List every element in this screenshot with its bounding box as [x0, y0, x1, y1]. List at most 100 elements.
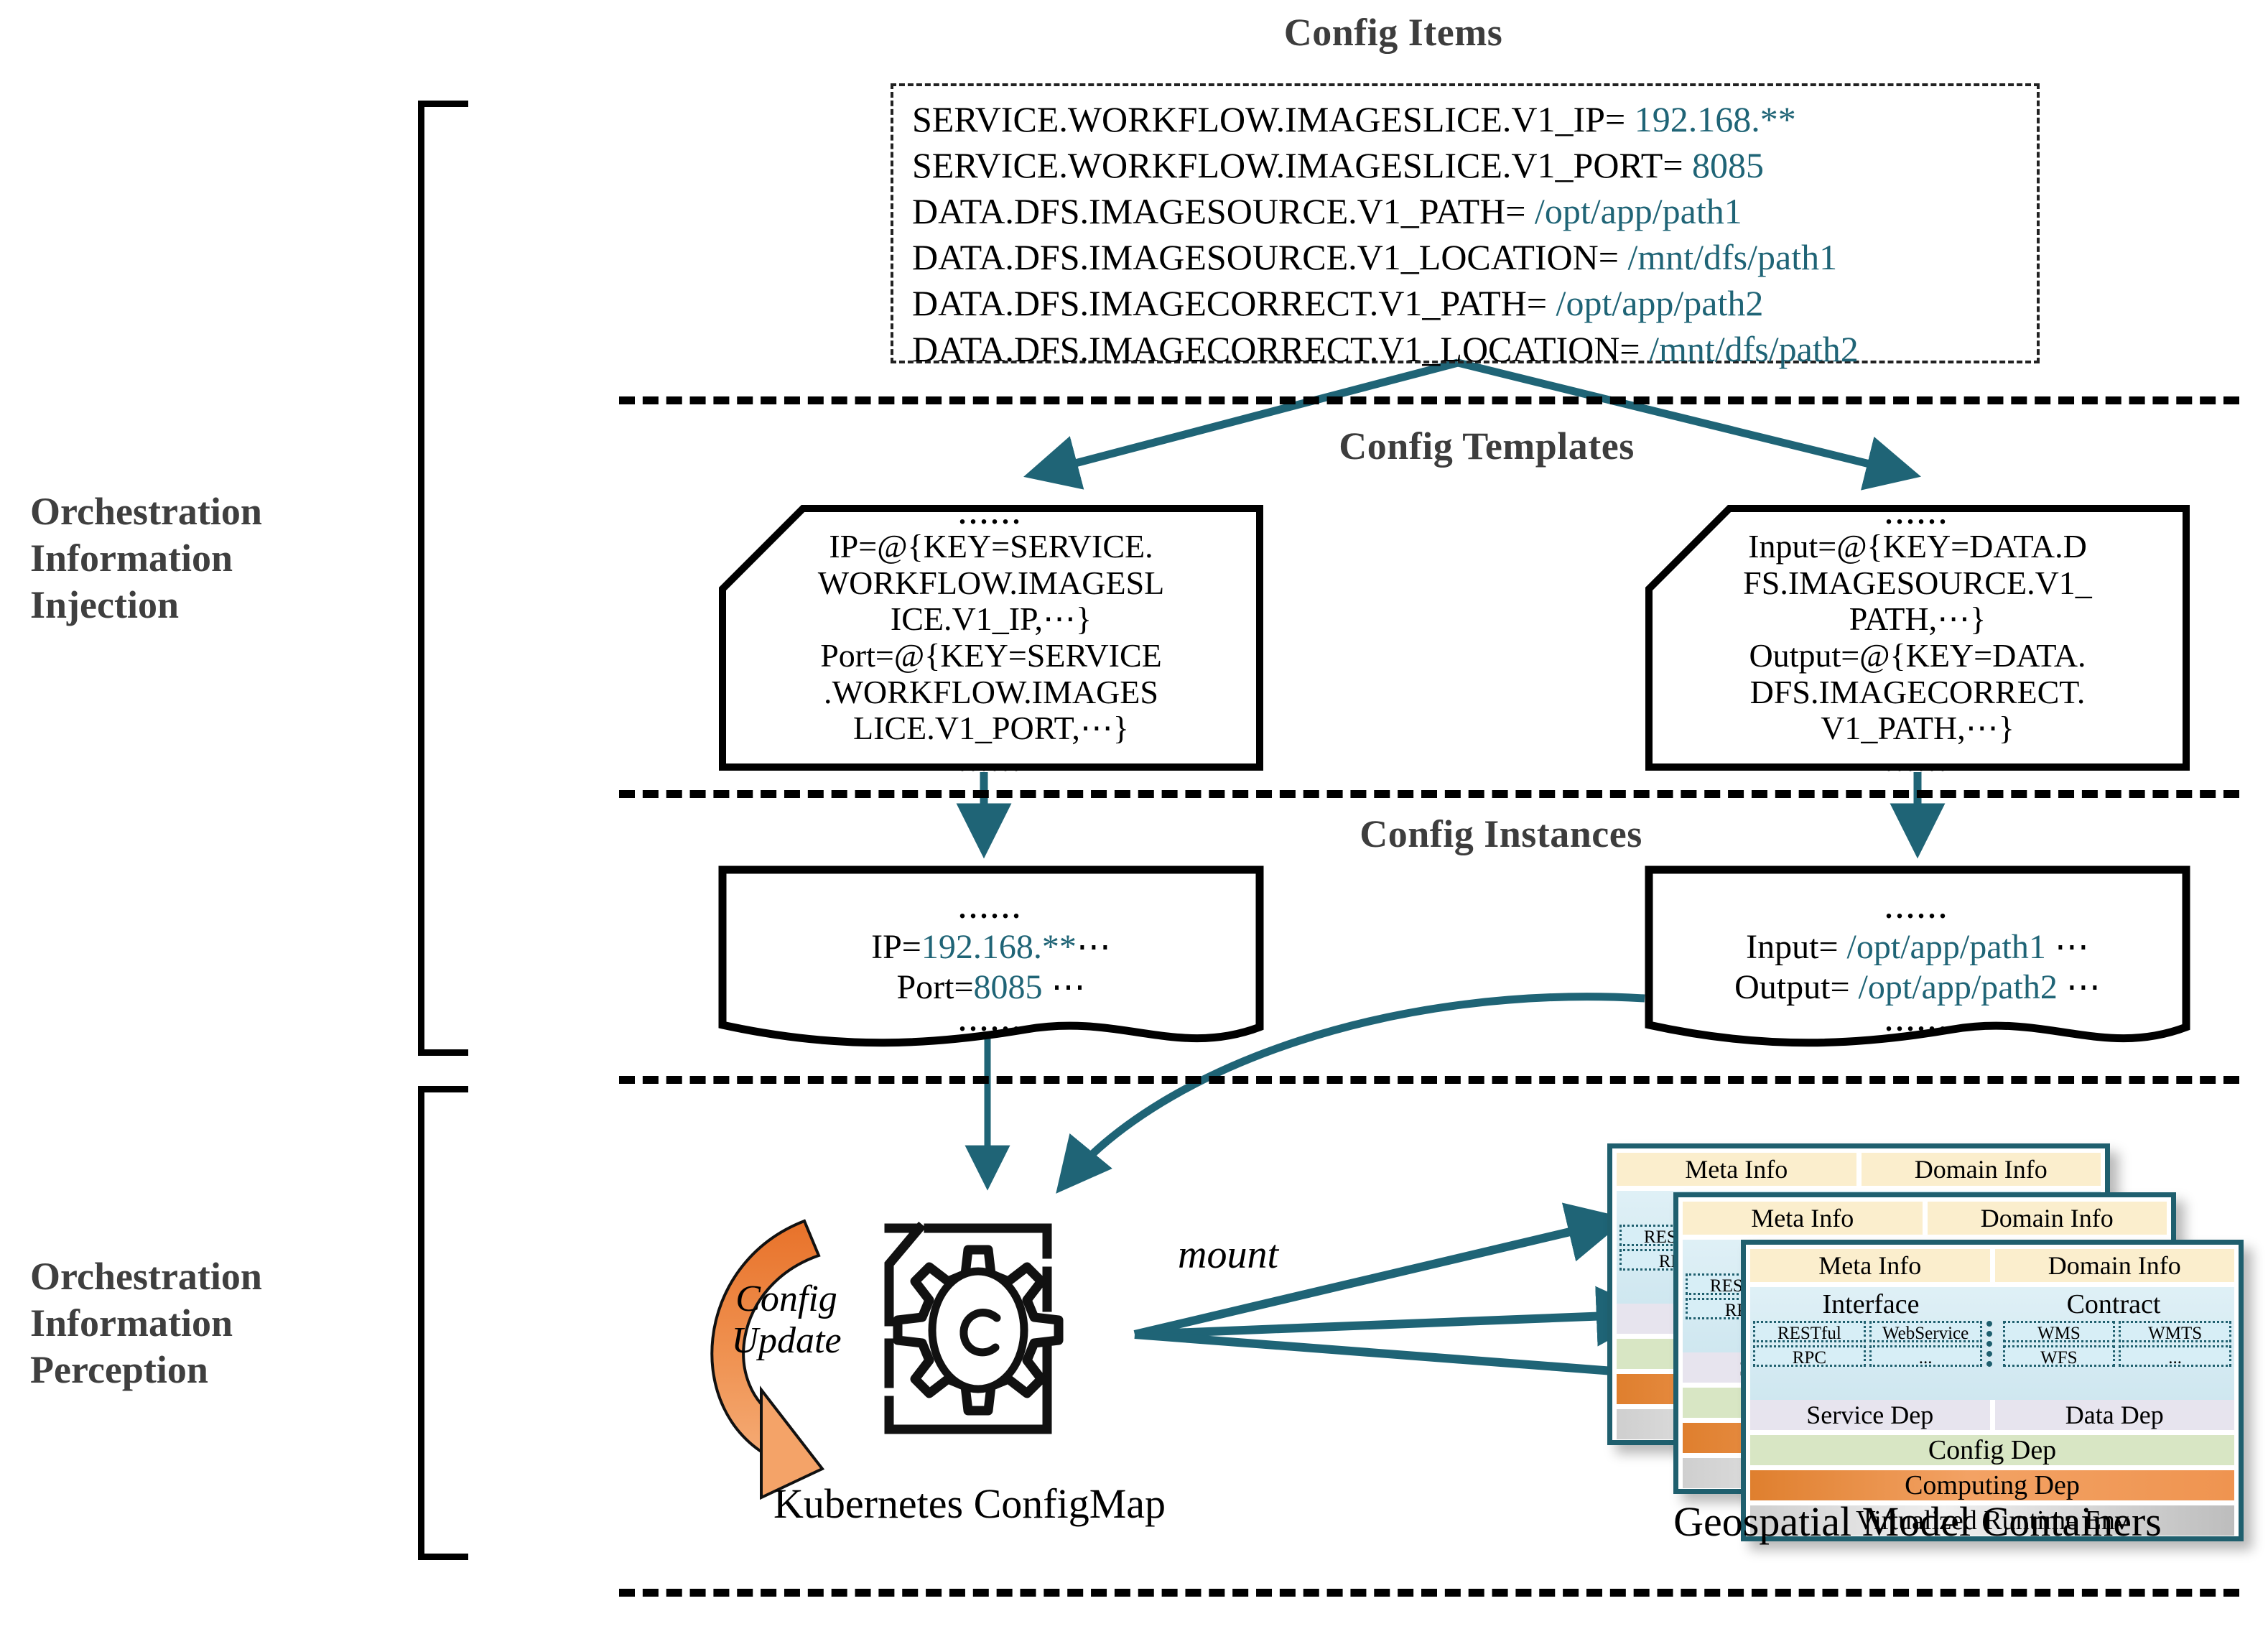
separator-instances-configmap — [619, 1076, 2239, 1084]
instance-value: 8085 — [973, 967, 1043, 1006]
domain-info-cell: Domain Info — [1927, 1202, 2167, 1235]
template-line: V1_PATH,⋯} — [1821, 710, 2014, 747]
instance-value: /opt/app/path2 — [1858, 967, 2058, 1006]
template-line: LICE.V1_PORT,⋯} — [853, 710, 1129, 747]
interface-title: Interface — [1822, 1289, 1920, 1319]
phase-label-perception: Orchestration Information Perception — [30, 1255, 262, 1391]
meta-info-cell: Meta Info — [1683, 1202, 1923, 1235]
service-dep-cell: Service Dep — [1750, 1400, 1990, 1430]
config-item-value: 192.168.** — [1634, 99, 1796, 139]
instance-key: Port= — [896, 967, 974, 1006]
ellipsis-bottom: ...... — [1885, 744, 1950, 777]
card-row-dep: Service Dep Data Dep — [1750, 1400, 2234, 1430]
instance-value: /opt/app/path1 — [1846, 928, 2046, 966]
config-item-row: DATA.DFS.IMAGESOURCE.V1_PATH= /opt/app/p… — [912, 188, 2018, 234]
chip-contract-more[interactable]: ... — [2119, 1345, 2231, 1367]
card-row-info: Meta Info Domain Info — [1617, 1153, 2101, 1186]
configmap-gear-icon — [884, 1221, 1064, 1434]
ellipsis-top: ...... — [1885, 498, 1950, 531]
chip-rpc[interactable]: RPC — [1753, 1345, 1866, 1367]
meta-info-cell: Meta Info — [1617, 1153, 1856, 1186]
instance-entry: IP=192.168.**⋯ — [871, 927, 1111, 967]
chip-interface-more[interactable]: ... — [1869, 1345, 1982, 1367]
config-update-label: Config Update — [700, 1278, 873, 1362]
interface-contract-block: Interface Contract RESTful WebService RP… — [1750, 1287, 2234, 1400]
config-item-value: /mnt/dfs/path2 — [1649, 329, 1859, 369]
config-template-service: ...... IP=@{KEY=SERVICE. WORKFLOW.IMAGES… — [718, 500, 1264, 775]
config-update-line1: Config — [735, 1278, 837, 1319]
config-item-key: DATA.DFS.IMAGECORRECT.V1_LOCATION= — [912, 329, 1640, 369]
separator-bottom — [619, 1589, 2239, 1597]
instance-tail: ⋯ — [2065, 967, 2101, 1006]
config-update-line2: Update — [731, 1320, 842, 1362]
template-line: DFS.IMAGECORRECT. — [1749, 673, 2086, 710]
template-line: PATH,⋯} — [1849, 600, 1986, 638]
instance-key: IP= — [871, 928, 921, 966]
card-row-info: Meta Info Domain Info — [1750, 1249, 2234, 1282]
config-item-value: /opt/app/path1 — [1534, 191, 1742, 231]
template-line: Output=@{KEY=DATA. — [1749, 637, 2086, 674]
section-title-config-instances: Config Instances — [1360, 812, 1642, 855]
instance-entry: Input= /opt/app/path1 ⋯ — [1746, 927, 2089, 967]
config-template-data: ...... Input=@{KEY=DATA.D FS.IMAGESOURCE… — [1645, 500, 2190, 775]
chip-wms[interactable]: WMS — [2002, 1321, 2116, 1342]
instance-tail: ⋯ — [2054, 928, 2089, 966]
contract-title: Contract — [2066, 1289, 2161, 1319]
config-item-key: DATA.DFS.IMAGECORRECT.V1_PATH= — [912, 283, 1548, 323]
meta-info-cell: Meta Info — [1750, 1249, 1990, 1282]
instance-entry: Port=8085 ⋯ — [896, 967, 1085, 1008]
config-dep-cell: Config Dep — [1750, 1435, 2234, 1465]
config-item-value: 8085 — [1692, 145, 1765, 185]
section-title-config-templates: Config Templates — [1339, 424, 1635, 468]
config-instance-service: ...... IP=192.168.**⋯ Port=8085 ⋯ ...... — [718, 865, 1264, 1056]
instance-key: Input= — [1746, 928, 1839, 966]
template-line: ICE.V1_IP,⋯} — [890, 600, 1092, 638]
ellipsis-top: ...... — [959, 892, 1023, 924]
perception-phase-bracket — [418, 1086, 468, 1560]
config-item-key: SERVICE.WORKFLOW.IMAGESLICE.V1_IP= — [912, 99, 1626, 139]
domain-info-cell: Domain Info — [1861, 1153, 2101, 1186]
config-item-value: /opt/app/path2 — [1556, 283, 1764, 323]
template-line: IP=@{KEY=SERVICE. — [829, 528, 1153, 565]
instance-entry: Output= /opt/app/path2 ⋯ — [1734, 967, 2101, 1008]
config-item-row: DATA.DFS.IMAGECORRECT.V1_PATH= /opt/app/… — [912, 280, 2018, 326]
config-items-box: SERVICE.WORKFLOW.IMAGESLICE.V1_IP= 192.1… — [891, 83, 2040, 369]
card-row-info: Meta Info Domain Info — [1683, 1202, 2167, 1235]
template-line: FS.IMAGESOURCE.V1_ — [1743, 564, 2092, 601]
containers-caption: Geospatial Model Containers — [1673, 1498, 2162, 1545]
config-item-row: SERVICE.WORKFLOW.IMAGESLICE.V1_PORT= 808… — [912, 142, 2018, 188]
interface-contract-divider — [1986, 1321, 1999, 1367]
config-item-row: SERVICE.WORKFLOW.IMAGESLICE.V1_IP= 192.1… — [912, 96, 2018, 142]
config-item-row: DATA.DFS.IMAGESOURCE.V1_LOCATION= /mnt/d… — [912, 234, 2018, 280]
instance-tail: ⋯ — [1076, 928, 1111, 966]
mount-label: mount — [1178, 1233, 1278, 1277]
template-line: Input=@{KEY=DATA.D — [1748, 528, 2087, 565]
config-item-key: DATA.DFS.IMAGESOURCE.V1_PATH= — [912, 191, 1526, 231]
chip-wmts[interactable]: WMTS — [2119, 1321, 2231, 1342]
ellipsis-bottom: ...... — [1885, 1005, 1950, 1038]
instance-key: Output= — [1734, 967, 1850, 1006]
template-line: WORKFLOW.IMAGESL — [817, 564, 1165, 601]
chip-wfs[interactable]: WFS — [2002, 1345, 2116, 1367]
chip-restful[interactable]: RESTful — [1753, 1321, 1866, 1342]
separator-templates-instances — [619, 790, 2239, 798]
template-line: .WORKFLOW.IMAGES — [824, 673, 1158, 710]
config-instance-data: ...... Input= /opt/app/path1 ⋯ Output= /… — [1645, 865, 2190, 1056]
injection-phase-bracket — [418, 101, 468, 1056]
chip-webservice[interactable]: WebService — [1869, 1321, 1982, 1342]
data-dep-cell: Data Dep — [1994, 1400, 2234, 1430]
ellipsis-top: ...... — [1885, 892, 1950, 924]
instance-value: 192.168.** — [921, 928, 1077, 966]
computing-dep-cell: Computing Dep — [1750, 1470, 2234, 1500]
ellipsis-bottom: ...... — [959, 1005, 1023, 1038]
config-item-key: DATA.DFS.IMAGESOURCE.V1_LOCATION= — [912, 237, 1619, 277]
domain-info-cell: Domain Info — [1994, 1249, 2234, 1282]
config-item-key: SERVICE.WORKFLOW.IMAGESLICE.V1_PORT= — [912, 145, 1683, 185]
ellipsis-top: ...... — [959, 498, 1023, 531]
separator-items-templates — [619, 396, 2239, 404]
ellipsis-bottom: ...... — [959, 744, 1023, 777]
section-title-config-items: Config Items — [1283, 11, 1503, 54]
instance-tail: ⋯ — [1051, 967, 1086, 1006]
geospatial-container-card-front[interactable]: Meta Info Domain Info Interface Contract… — [1741, 1240, 2244, 1541]
phase-label-injection: Orchestration Information Injection — [30, 490, 262, 626]
